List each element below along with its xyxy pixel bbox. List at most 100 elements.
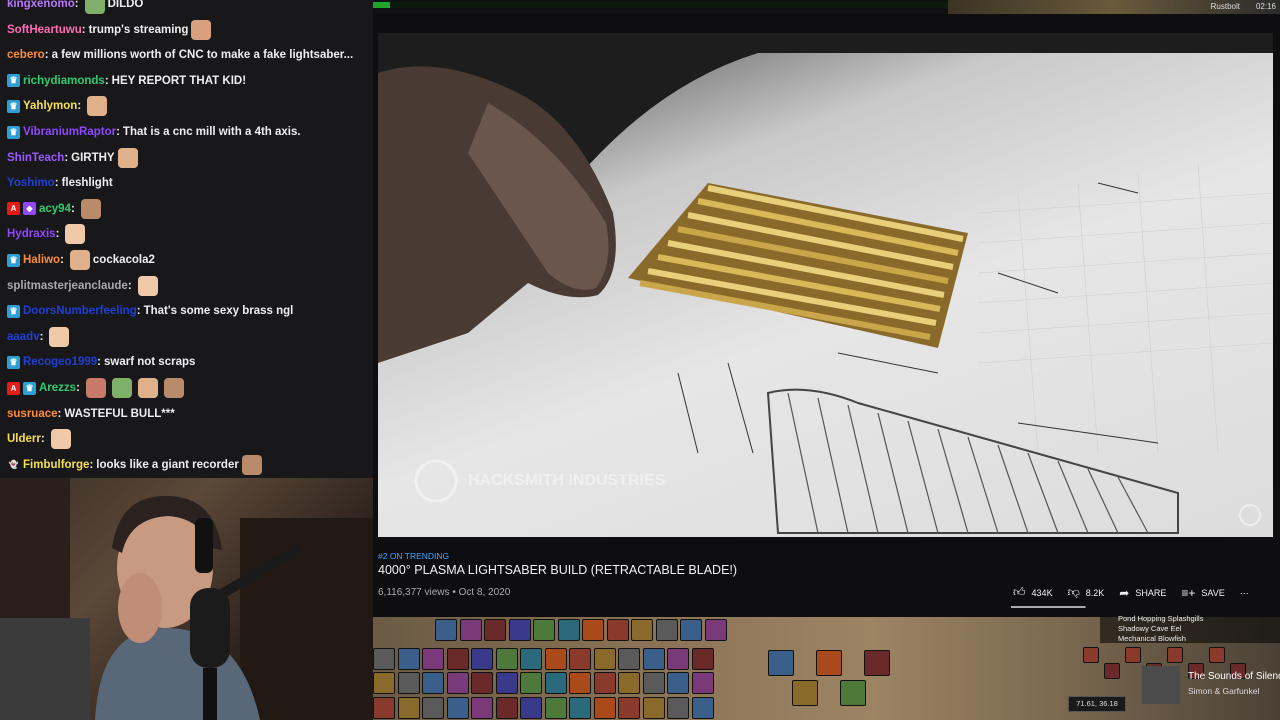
- chat-username[interactable]: Arezzs: [39, 382, 76, 394]
- prime-badge-icon[interactable]: ◆: [23, 202, 36, 216]
- more-button[interactable]: ···: [1240, 588, 1249, 598]
- chat-username[interactable]: Yahlymon: [23, 100, 77, 112]
- sub-badge-icon[interactable]: [7, 304, 20, 318]
- action-slot[interactable]: [397, 697, 420, 719]
- emote-icon[interactable]: [65, 224, 86, 245]
- emote-icon[interactable]: [117, 147, 138, 168]
- action-slot[interactable]: [446, 697, 469, 719]
- emote-icon[interactable]: [191, 19, 212, 40]
- emote-icon[interactable]: [163, 378, 184, 398]
- bag-slot[interactable]: [864, 650, 890, 676]
- action-slot[interactable]: [520, 672, 542, 694]
- mod-badge-icon[interactable]: A: [7, 381, 20, 395]
- video-player[interactable]: HACKSMITH INDUSTRIES: [378, 33, 1273, 537]
- action-slot[interactable]: [557, 619, 580, 641]
- share-button[interactable]: ➦ SHARE: [1119, 586, 1166, 600]
- action-slot[interactable]: [446, 648, 469, 670]
- action-slot[interactable]: [533, 619, 555, 641]
- action-slot[interactable]: [495, 648, 518, 670]
- buff-icon[interactable]: [1167, 647, 1183, 663]
- emote-icon[interactable]: [84, 0, 105, 14]
- action-slot[interactable]: [618, 697, 640, 719]
- action-slot[interactable]: [569, 697, 591, 719]
- bag-slot[interactable]: [840, 680, 866, 706]
- emote-icon[interactable]: [69, 250, 90, 270]
- action-slot[interactable]: [593, 648, 616, 670]
- save-button[interactable]: ≡+ SAVE: [1181, 586, 1224, 600]
- chat-username[interactable]: DoorsNumberfeeling: [23, 305, 137, 317]
- bag-slot[interactable]: [816, 650, 842, 676]
- action-slot[interactable]: [667, 672, 689, 694]
- chat-username[interactable]: kingxenomo: [7, 0, 75, 10]
- action-slot[interactable]: [373, 648, 395, 670]
- action-slot[interactable]: [593, 672, 616, 694]
- action-slot[interactable]: [422, 672, 444, 694]
- action-slot[interactable]: [544, 697, 567, 719]
- action-slot[interactable]: [520, 648, 542, 670]
- action-slot[interactable]: [459, 619, 482, 641]
- chat-username[interactable]: VibraniumRaptor: [23, 126, 116, 138]
- action-slot[interactable]: [631, 619, 653, 641]
- buff-icon[interactable]: [1104, 663, 1120, 679]
- action-slot[interactable]: [544, 648, 567, 670]
- action-slot[interactable]: [495, 672, 518, 694]
- buff-icon[interactable]: [1125, 647, 1141, 663]
- action-slot[interactable]: [691, 672, 714, 694]
- chat-username[interactable]: Hydraxis: [7, 228, 56, 240]
- chat-username[interactable]: Ulderr: [7, 433, 41, 445]
- sub-badge-icon[interactable]: [7, 99, 20, 113]
- mod-badge-icon[interactable]: A: [7, 202, 20, 216]
- sub-badge-icon[interactable]: [7, 125, 20, 139]
- chat-username[interactable]: SoftHeartuwu: [7, 24, 82, 36]
- action-slot[interactable]: [667, 648, 689, 670]
- action-slot[interactable]: [582, 619, 604, 641]
- emote-icon[interactable]: [85, 378, 106, 398]
- chat-username[interactable]: acy94: [39, 203, 71, 215]
- dislike-button[interactable]: 👎︎ 8.2K: [1068, 585, 1105, 600]
- sub-badge-icon[interactable]: [7, 355, 20, 369]
- action-slot[interactable]: [606, 619, 629, 641]
- action-slot[interactable]: [667, 697, 689, 719]
- action-slot[interactable]: [520, 697, 542, 719]
- action-slot[interactable]: [422, 697, 444, 719]
- sub-badge-icon[interactable]: [7, 253, 20, 267]
- action-slot[interactable]: [642, 672, 665, 694]
- action-slot[interactable]: [495, 697, 518, 719]
- emote-icon[interactable]: [137, 378, 158, 398]
- chat-username[interactable]: splitmasterjeanclaude: [7, 280, 128, 292]
- action-slot[interactable]: [446, 672, 469, 694]
- chat-username[interactable]: Haliwo: [23, 254, 60, 266]
- action-slot[interactable]: [544, 672, 567, 694]
- emote-icon[interactable]: [50, 429, 71, 450]
- action-slot[interactable]: [569, 672, 591, 694]
- buff-icon[interactable]: [1209, 647, 1225, 663]
- emote-icon[interactable]: [80, 198, 101, 219]
- emote-icon[interactable]: [49, 326, 70, 347]
- action-slot[interactable]: [373, 672, 395, 694]
- action-slot[interactable]: [569, 648, 591, 670]
- chat-username[interactable]: cebero: [7, 49, 45, 61]
- buff-icon[interactable]: [1083, 647, 1099, 663]
- action-slot[interactable]: [422, 648, 444, 670]
- action-slot[interactable]: [618, 672, 640, 694]
- action-slot[interactable]: [471, 697, 493, 719]
- action-slot[interactable]: [471, 648, 493, 670]
- bag-slot[interactable]: [768, 650, 794, 676]
- trending-label[interactable]: #2 ON TRENDING: [378, 551, 449, 561]
- action-slot[interactable]: [397, 648, 420, 670]
- like-button[interactable]: 👍︎ 434K: [1013, 585, 1053, 600]
- chat-username[interactable]: susruace: [7, 408, 58, 420]
- action-slot[interactable]: [680, 619, 702, 641]
- action-slot[interactable]: [373, 697, 395, 719]
- sub-badge-icon[interactable]: [23, 381, 36, 395]
- chat-username[interactable]: aaadv: [7, 331, 40, 343]
- action-slot[interactable]: [484, 619, 506, 641]
- chat-username[interactable]: Recogeo1999: [23, 356, 97, 368]
- action-slot[interactable]: [593, 697, 616, 719]
- chat-username[interactable]: Yoshimo: [7, 177, 55, 189]
- ghost-badge-icon[interactable]: 👻: [7, 458, 20, 471]
- action-slot[interactable]: [618, 648, 640, 670]
- action-slot[interactable]: [642, 697, 665, 719]
- action-slot[interactable]: [642, 648, 665, 670]
- action-slot[interactable]: [508, 619, 531, 641]
